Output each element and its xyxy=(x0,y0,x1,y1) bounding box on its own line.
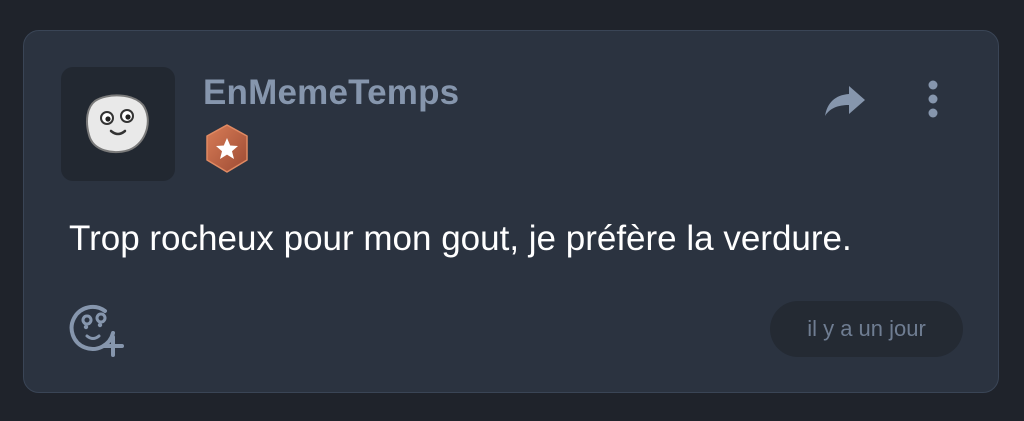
add-reaction-icon xyxy=(69,305,124,357)
timestamp-badge: il y a un jour xyxy=(770,301,963,357)
share-icon xyxy=(825,86,865,116)
more-options-button[interactable] xyxy=(918,77,948,121)
comment-card: EnMemeTemps Trop rocheux pour mon gout, … xyxy=(23,30,999,393)
star-badge-icon xyxy=(202,123,252,175)
add-reaction-button[interactable] xyxy=(69,303,125,357)
comment-text: Trop rocheux pour mon gout, je préfère l… xyxy=(69,219,852,258)
share-button[interactable] xyxy=(820,79,870,123)
more-vertical-icon xyxy=(928,80,938,118)
avatar[interactable] xyxy=(61,67,175,181)
author-name[interactable]: EnMemeTemps xyxy=(203,73,459,113)
smiling-face-icon xyxy=(86,94,149,154)
